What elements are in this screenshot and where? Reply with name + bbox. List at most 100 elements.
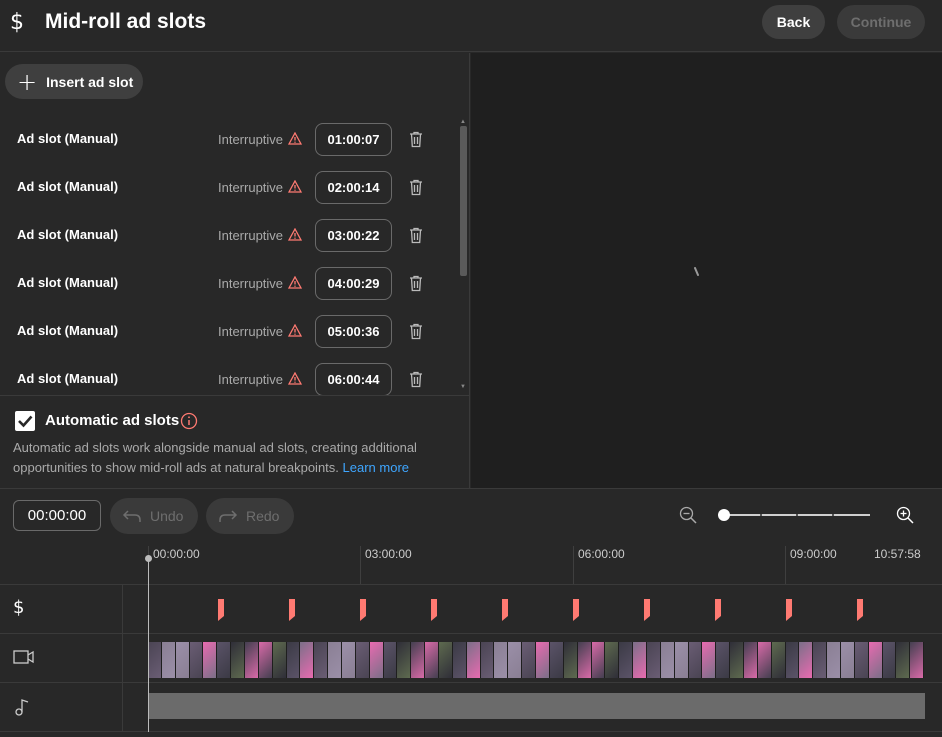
zoom-slider-tick [760,514,762,516]
video-thumbnail [355,642,370,678]
zoom-out-icon[interactable] [679,506,697,524]
ad-slot-row: Ad slot (Manual) Interruptive 03:00:22 [0,209,456,257]
current-time-input[interactable]: 00:00:00 [13,500,101,531]
video-thumbnail [743,642,758,678]
video-thumbnail [577,642,592,678]
video-thumbnail [369,642,384,678]
video-thumbnail [799,642,814,678]
trash-icon[interactable] [408,275,424,292]
warning-icon [288,372,302,385]
trash-icon[interactable] [408,179,424,196]
ad-slot-time-input[interactable]: 06:00:44 [315,363,392,395]
ad-slot-marker[interactable] [289,599,295,621]
video-thumbnail [411,642,426,678]
video-thumbnail [217,642,232,678]
video-thumbnail [328,642,343,678]
ad-slot-marker[interactable] [644,599,650,621]
video-thumbnail [633,642,647,678]
video-thumbnail-strip[interactable] [148,642,925,678]
ad-slot-marker[interactable] [218,599,224,621]
playhead-handle[interactable] [145,555,152,562]
ad-slot-marker[interactable] [786,599,792,621]
warning-icon [288,180,302,193]
automatic-ad-slots-title: Automatic ad slots [45,412,180,429]
timeline[interactable]: 00:00:00 03:00:00 06:00:00 09:00:00 10:5… [0,540,942,737]
trash-icon[interactable] [408,323,424,340]
video-camera-icon [13,650,34,664]
ruler-label: 00:00:00 [153,547,200,561]
ad-slot-marker[interactable] [715,599,721,621]
ad-slot-time-input[interactable]: 04:00:29 [315,267,392,300]
ad-slot-marker[interactable] [360,599,366,621]
ruler-end-label: 10:57:58 [874,547,921,561]
ruler-divider [785,546,786,584]
warning-icon [288,132,302,145]
video-thumbnail [300,642,315,678]
dollar-icon: $ [13,597,25,618]
undo-button[interactable]: Undo [110,498,198,534]
video-thumbnail [342,642,356,678]
loading-spinner-icon [694,267,699,276]
ad-slot-row: Ad slot (Manual) Interruptive 05:00:36 [0,305,456,353]
scrollbar-thumb[interactable] [460,126,467,276]
ad-slot-time-input[interactable]: 03:00:22 [315,219,392,252]
playhead[interactable] [148,557,149,732]
scroll-up-arrow[interactable]: ▲ [459,119,467,125]
page-title: Mid-roll ad slots [45,10,207,33]
ad-slot-type: Interruptive [218,228,284,243]
audio-track-label [0,683,123,731]
automatic-ad-slots-checkbox[interactable] [15,411,35,431]
continue-button[interactable]: Continue [837,5,925,39]
ruler-divider [573,546,574,584]
video-thumbnail [245,642,259,678]
info-icon[interactable] [180,412,198,430]
ad-slot-name: Ad slot (Manual) [17,323,119,338]
checkmark-icon [18,415,33,428]
ad-slot-time-input[interactable]: 05:00:36 [315,315,392,348]
ad-slot-name: Ad slot (Manual) [17,227,119,242]
video-thumbnail [231,642,246,678]
video-thumbnail [549,642,564,678]
redo-button[interactable]: Redo [206,498,294,534]
zoom-in-icon[interactable] [896,506,914,524]
trash-icon[interactable] [408,371,424,388]
ad-slot-row: Ad slot (Manual) Interruptive 04:00:29 [0,257,456,305]
video-thumbnail [466,642,481,678]
video-thumbnail [840,642,855,678]
ad-slot-list: Ad slot (Manual) Interruptive 01:00:07 A… [0,113,470,395]
video-thumbnail [258,642,273,678]
learn-more-link[interactable]: Learn more [343,460,409,475]
trash-icon[interactable] [408,227,424,244]
music-note-icon [15,699,29,716]
video-thumbnail [494,642,509,678]
zoom-slider-knob[interactable] [718,509,730,521]
ad-slot-marker[interactable] [431,599,437,621]
trash-icon[interactable] [408,131,424,148]
plus-icon: + [17,67,38,96]
video-thumbnail [286,642,301,678]
ad-slot-time-input[interactable]: 02:00:14 [315,171,392,204]
video-thumbnail [591,642,606,678]
ad-slot-marker[interactable] [857,599,863,621]
video-thumbnail [646,642,661,678]
ad-slot-marker[interactable] [502,599,508,621]
video-thumbnail [522,642,537,678]
insert-ad-slot-button[interactable]: + Insert ad slot [5,64,143,99]
ruler-divider [360,546,361,584]
video-thumbnail [910,642,925,678]
video-track-label [0,634,123,682]
video-thumbnail [757,642,772,678]
ad-slot-type: Interruptive [218,276,284,291]
ad-slots-panel: + Insert ad slot Ad slot (Manual) Interr… [0,53,470,488]
automatic-ad-slots-section: Automatic ad slots Automatic ad slots wo… [0,395,470,488]
video-thumbnail [882,642,897,678]
scroll-down-arrow[interactable]: ▼ [459,384,467,390]
ad-slot-time-input[interactable]: 01:00:07 [315,123,392,156]
header: $ Mid-roll ad slots Back Continue [0,0,942,52]
video-thumbnail [702,642,717,678]
audio-waveform[interactable] [148,693,925,719]
video-thumbnail [203,642,218,678]
back-button[interactable]: Back [762,5,825,39]
video-thumbnail [619,642,634,678]
ad-slot-marker[interactable] [573,599,579,621]
